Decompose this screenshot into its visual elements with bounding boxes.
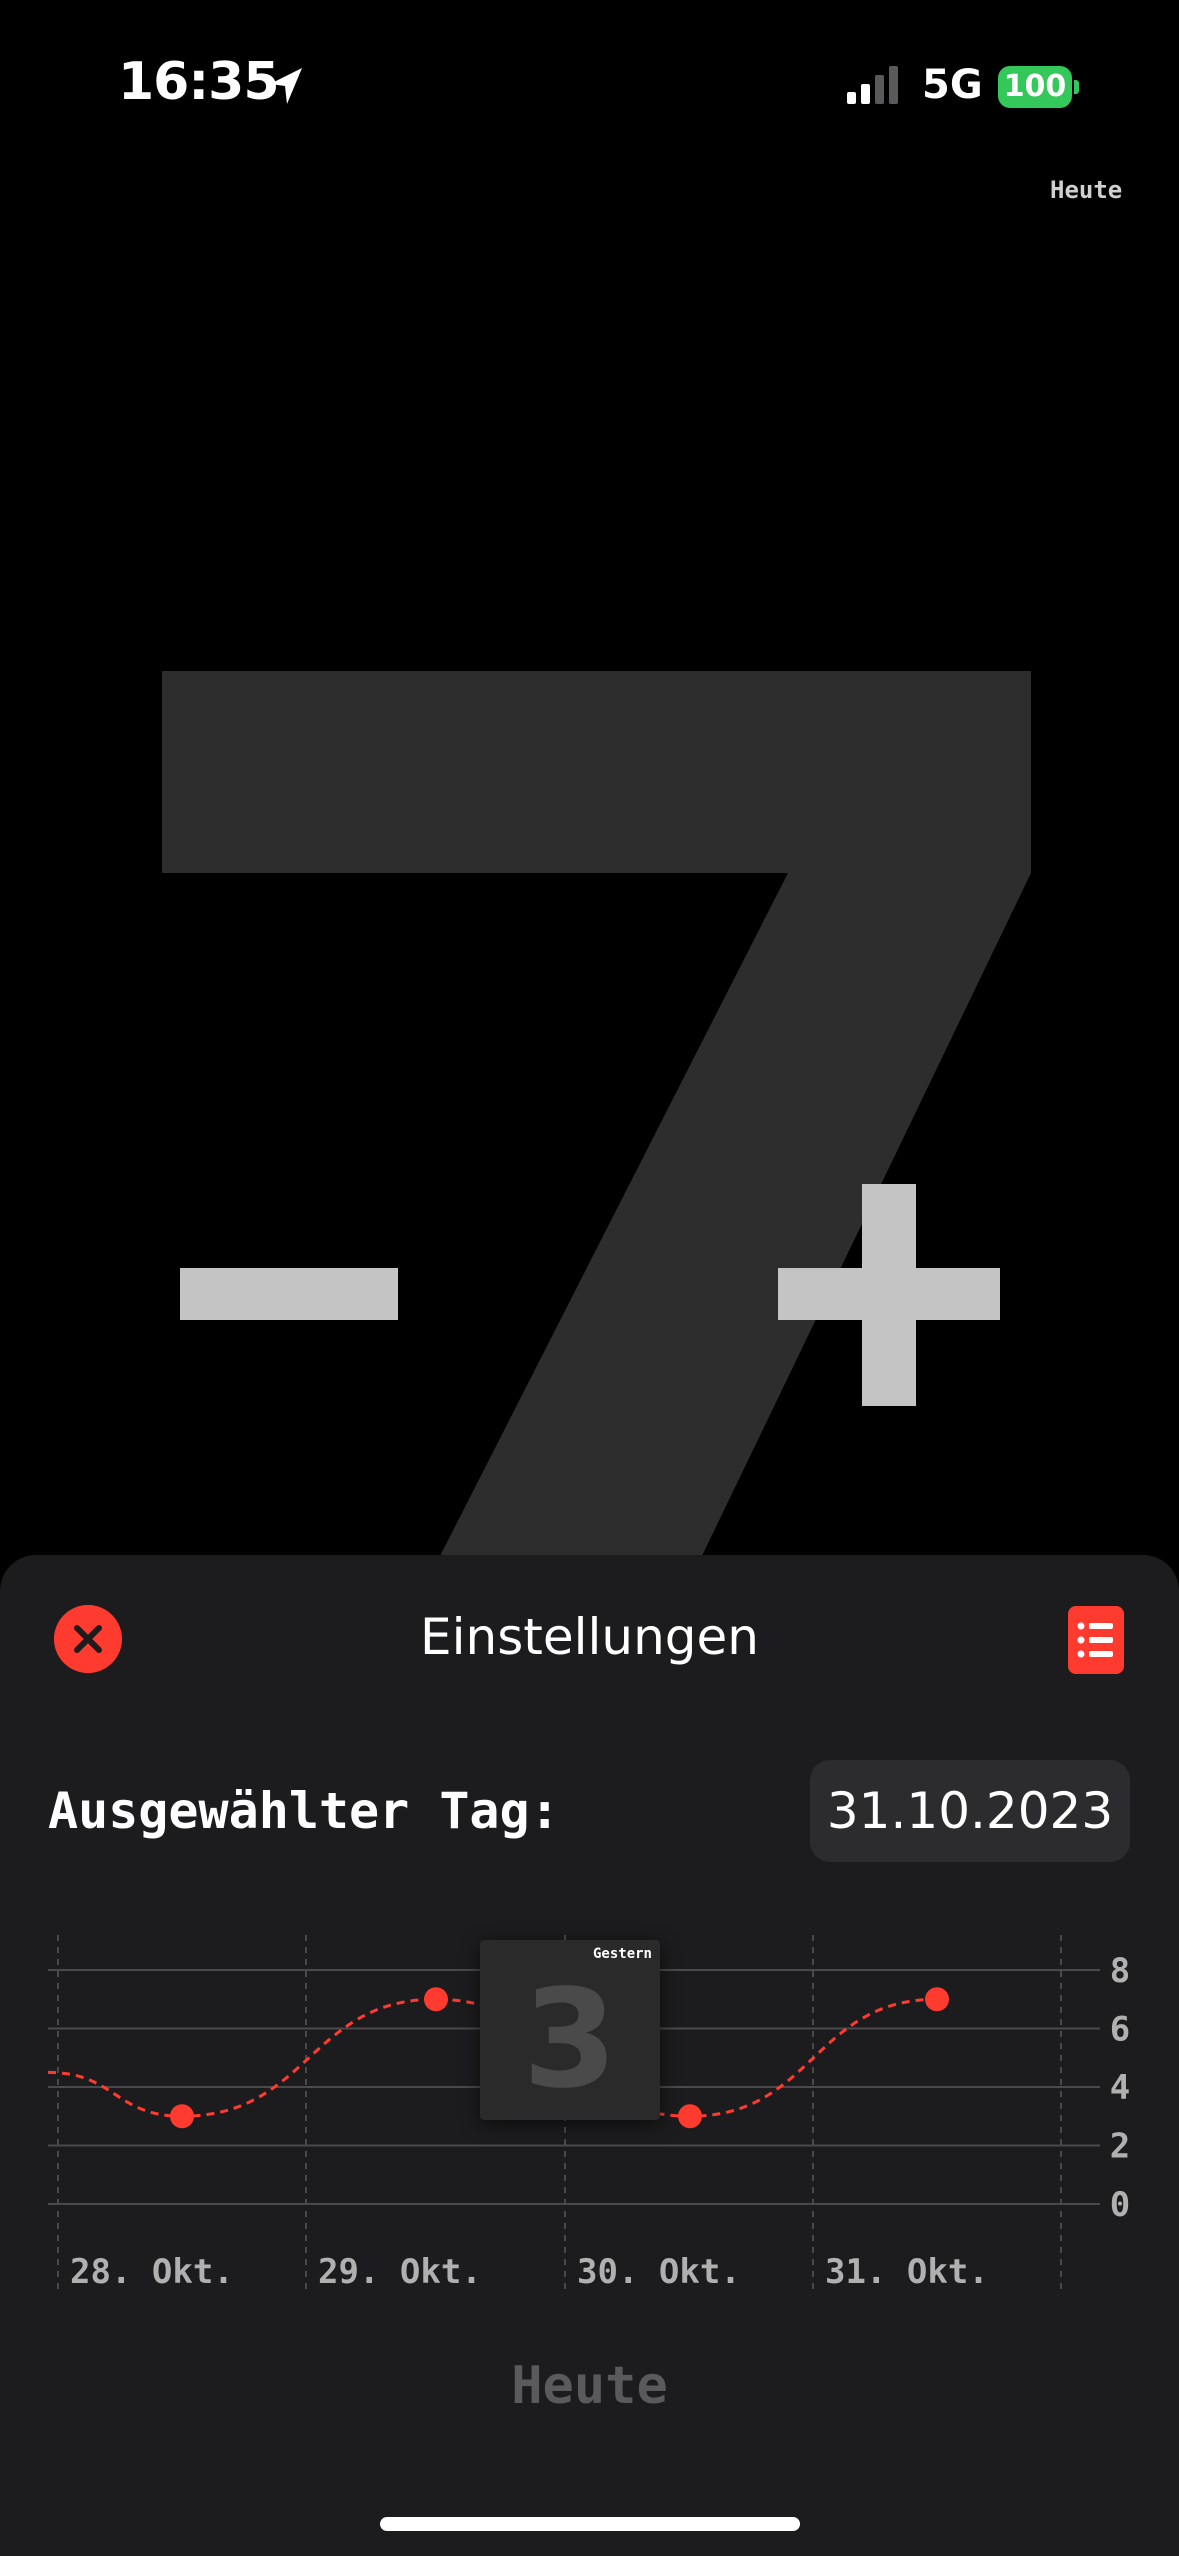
counter-digit: 7	[162, 671, 1031, 1560]
y-tick-label: 8	[1110, 1951, 1130, 1991]
sheet-title: Einstellungen	[420, 1608, 759, 1666]
decrement-button[interactable]	[180, 1268, 398, 1320]
y-tick-label: 4	[1110, 2068, 1130, 2108]
data-point	[170, 2104, 194, 2129]
data-point	[424, 1987, 448, 2012]
selected-point-popup: Gestern 3	[480, 1940, 660, 2120]
increment-button-vertical[interactable]	[862, 1184, 916, 1406]
home-indicator	[380, 2517, 800, 2531]
selected-day-label: Ausgewählter Tag:	[48, 1782, 560, 1840]
data-point	[925, 1987, 949, 2012]
date-picker-button[interactable]: 31.10.2023	[810, 1760, 1130, 1862]
data-point	[678, 2104, 702, 2129]
y-tick-label: 2	[1110, 2127, 1130, 2167]
x-tick-label: 31. Okt.	[825, 2252, 989, 2292]
x-tick-label: 28. Okt.	[70, 2252, 234, 2292]
y-tick-label: 6	[1110, 2010, 1130, 2050]
x-tick-label: 29. Okt.	[318, 2252, 482, 2292]
y-tick-label: 0	[1110, 2185, 1130, 2225]
x-tick-label: 30. Okt.	[577, 2252, 741, 2292]
popup-value: 3	[522, 1961, 618, 2119]
today-button[interactable]: Heute	[0, 2356, 1179, 2416]
list-bullet-icon[interactable]	[1068, 1606, 1124, 1674]
